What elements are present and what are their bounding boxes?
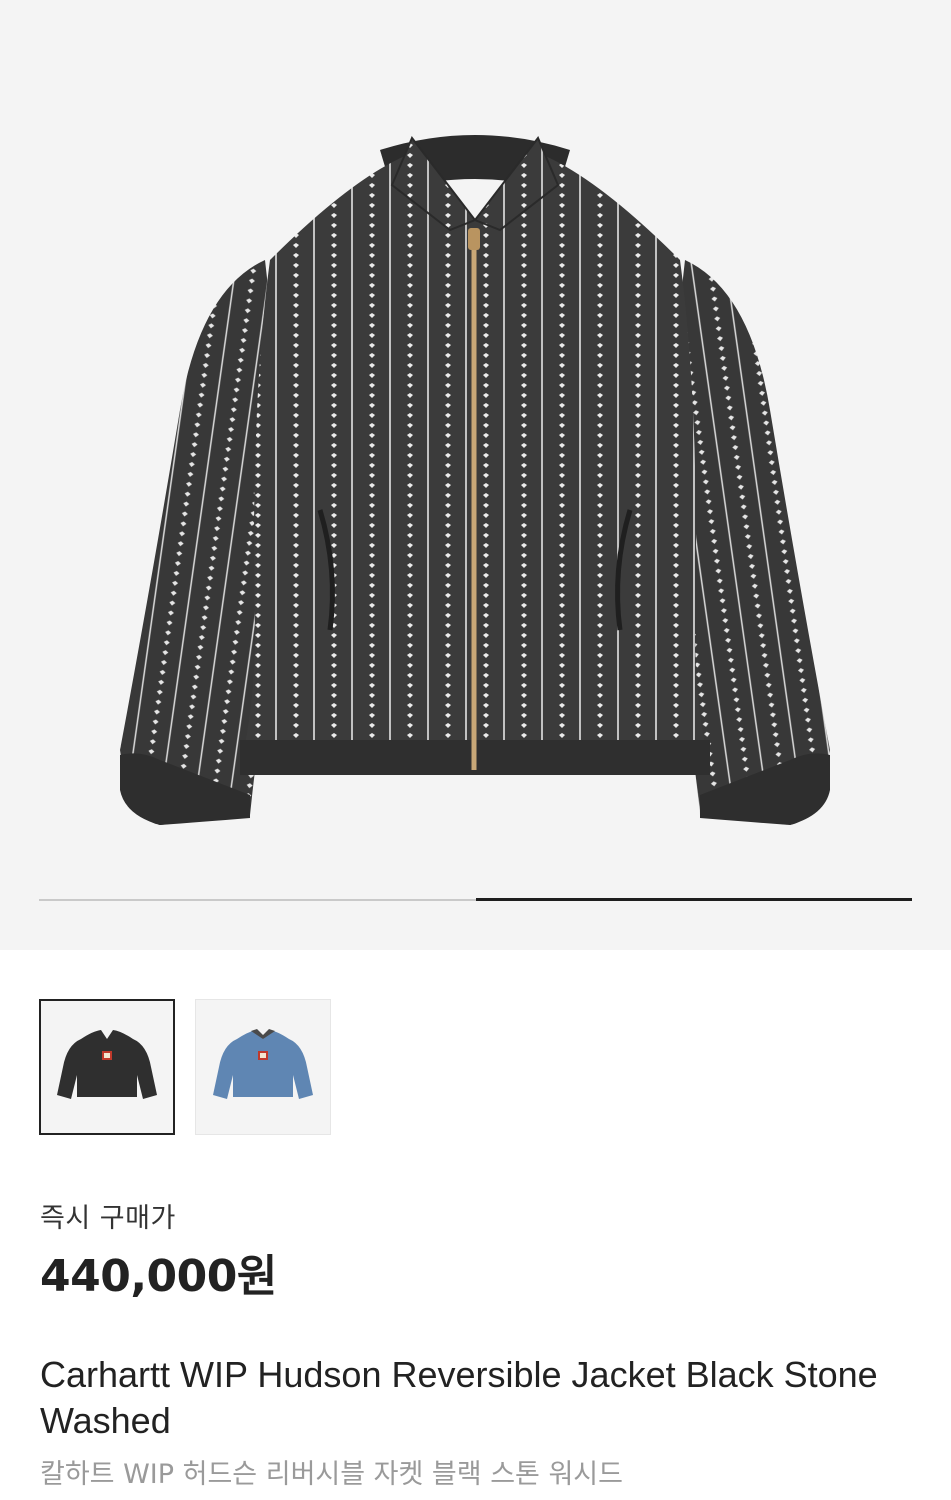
product-image-carousel[interactable] — [0, 0, 951, 950]
jacket-image — [120, 135, 830, 825]
variant-thumb-blue[interactable] — [195, 999, 331, 1135]
carousel-progress-fill — [475, 898, 912, 901]
carousel-progress-track — [39, 898, 912, 901]
variant-thumb-black[interactable] — [39, 999, 175, 1135]
black-jacket-thumb-icon — [57, 1030, 157, 1099]
blue-jacket-thumb-icon — [213, 1029, 313, 1099]
instant-buy-price-label: 즉시 구매가 — [40, 1203, 176, 1234]
product-title-english: Carhartt WIP Hudson Reversible Jacket Bl… — [40, 1354, 878, 1441]
instant-buy-price: 440,000원 — [40, 1251, 277, 1302]
product-title-korean: 칼하트 WIP 허드슨 리버시블 자켓 블랙 스톤 워시드 — [40, 1459, 623, 1490]
variant-thumbnails — [39, 999, 331, 1135]
